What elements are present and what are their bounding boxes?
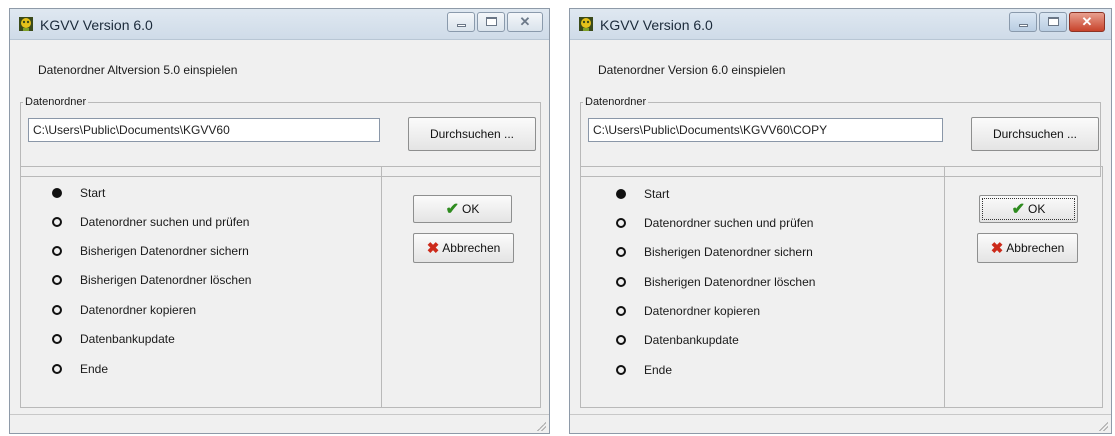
dialog-window-altversion: KGVV Version 6.0 ✕ Datenordner Altversio… (9, 8, 550, 434)
step-delete: Bisherigen Datenordner löschen (616, 272, 815, 292)
step-label: Datenordner kopieren (644, 304, 761, 318)
panel-divider (944, 166, 945, 408)
close-icon: ✕ (1081, 14, 1093, 29)
step-db-update: Datenbankupdate (52, 329, 175, 349)
kgvv-app-icon (579, 17, 593, 31)
window-controls: ✕ (445, 12, 543, 34)
dialog-subtitle: Datenordner Version 6.0 einspielen (598, 63, 786, 77)
step-label: Start (644, 187, 670, 201)
step-indicator (52, 246, 62, 256)
step-label: Start (80, 186, 106, 200)
step-label: Datenbankupdate (80, 332, 175, 346)
step-end: Ende (616, 360, 672, 380)
step-delete: Bisherigen Datenordner löschen (52, 270, 251, 290)
step-indicator (52, 305, 62, 315)
step-indicator (616, 306, 626, 316)
step-indicator (52, 364, 62, 374)
step-backup: Bisherigen Datenordner sichern (52, 241, 249, 261)
step-label: Datenordner suchen und prüfen (80, 215, 250, 229)
panel-divider (381, 166, 382, 408)
cancel-button[interactable]: ✖ Abbrechen (977, 233, 1078, 263)
step-indicator-active (616, 189, 626, 199)
step-end: Ende (52, 359, 108, 379)
step-indicator (52, 275, 62, 285)
browse-button[interactable]: Durchsuchen ... (971, 117, 1099, 151)
step-start: Start (616, 184, 669, 204)
step-indicator (616, 218, 626, 228)
status-bar (10, 414, 549, 433)
checkmark-icon: ✔ (445, 201, 460, 218)
minimize-button[interactable] (447, 12, 475, 32)
step-indicator (616, 247, 626, 257)
ok-button[interactable]: ✔ OK (413, 195, 512, 223)
step-copy: Datenordner kopieren (52, 300, 196, 320)
cancel-button[interactable]: ✖ Abbrechen (413, 233, 514, 263)
step-indicator (52, 334, 62, 344)
red-x-icon: ✖ (426, 240, 440, 257)
title-bar[interactable]: KGVV Version 6.0 ✕ (570, 9, 1111, 40)
browse-button[interactable]: Durchsuchen ... (408, 117, 536, 151)
red-x-icon: ✖ (990, 240, 1004, 257)
resize-grip-icon[interactable] (536, 421, 546, 431)
step-label: Datenordner kopieren (80, 303, 197, 317)
step-label: Bisherigen Datenordner sichern (80, 244, 249, 258)
step-label: Bisherigen Datenordner löschen (80, 273, 252, 287)
minimize-icon (1019, 24, 1028, 27)
close-button[interactable]: ✕ (1069, 12, 1105, 32)
maximize-button[interactable] (1039, 12, 1067, 32)
folder-path-input[interactable] (588, 118, 943, 142)
step-indicator (616, 335, 626, 345)
step-label: Datenordner suchen und prüfen (644, 216, 814, 230)
minimize-icon (457, 24, 466, 27)
cancel-label: Abbrechen (1006, 241, 1065, 255)
step-copy: Datenordner kopieren (616, 301, 760, 321)
maximize-icon (1048, 17, 1059, 26)
ok-button[interactable]: ✔ OK (979, 195, 1078, 223)
folder-path-input[interactable] (28, 118, 380, 142)
step-label: Bisherigen Datenordner löschen (644, 275, 816, 289)
minimize-button[interactable] (1009, 12, 1037, 32)
close-button[interactable]: ✕ (507, 12, 543, 32)
title-bar[interactable]: KGVV Version 6.0 ✕ (10, 9, 549, 40)
folder-group-label: Datenordner (583, 96, 649, 108)
window-title: KGVV Version 6.0 (40, 17, 153, 33)
step-indicator (616, 365, 626, 375)
maximize-icon (486, 17, 497, 26)
dialog-subtitle: Datenordner Altversion 5.0 einspielen (38, 63, 238, 77)
kgvv-app-icon (19, 17, 33, 31)
step-label: Datenbankupdate (644, 333, 739, 347)
step-indicator (52, 217, 62, 227)
step-indicator (616, 277, 626, 287)
step-label: Ende (644, 363, 673, 377)
step-label: Ende (80, 362, 109, 376)
window-controls: ✕ (1007, 12, 1105, 34)
window-title: KGVV Version 6.0 (600, 17, 713, 33)
step-db-update: Datenbankupdate (616, 330, 739, 350)
cancel-label: Abbrechen (442, 241, 501, 255)
close-icon: ✕ (519, 14, 531, 29)
step-label: Bisherigen Datenordner sichern (644, 245, 813, 259)
ok-label: OK (462, 202, 480, 216)
step-indicator-active (52, 188, 62, 198)
maximize-button[interactable] (477, 12, 505, 32)
status-bar (570, 414, 1111, 433)
step-start: Start (52, 183, 105, 203)
step-search-check: Datenordner suchen und prüfen (52, 212, 249, 232)
checkmark-icon: ✔ (1011, 201, 1026, 218)
resize-grip-icon[interactable] (1098, 421, 1108, 431)
dialog-window-version6: KGVV Version 6.0 ✕ Datenordner Version 6… (569, 8, 1112, 434)
folder-group-label: Datenordner (23, 96, 89, 108)
ok-label: OK (1028, 202, 1046, 216)
step-search-check: Datenordner suchen und prüfen (616, 213, 813, 233)
step-backup: Bisherigen Datenordner sichern (616, 242, 813, 262)
